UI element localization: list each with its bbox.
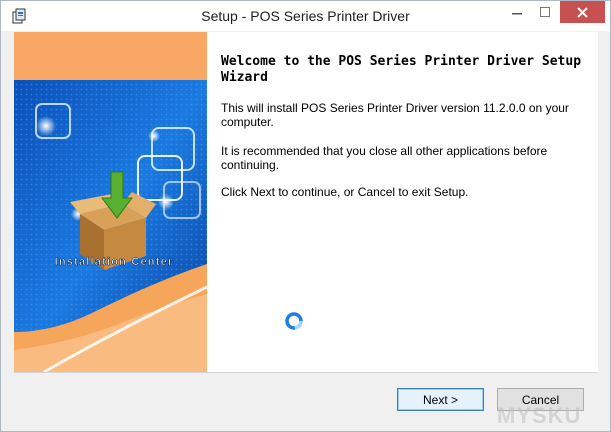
- busy-spinner-icon: [285, 312, 303, 330]
- wizard-side-image: Installation Center: [14, 32, 207, 372]
- next-button[interactable]: Next >: [397, 388, 484, 411]
- installation-center-label: Installation Center: [55, 256, 174, 268]
- installation-center-graphic: Installation Center: [14, 80, 207, 372]
- maximize-button[interactable]: [531, 1, 559, 23]
- install-description: This will install POS Series Printer Dri…: [221, 101, 569, 129]
- close-button[interactable]: [560, 1, 605, 23]
- button-divider: [14, 372, 598, 373]
- wizard-page: Installation Center Welcome to the POS S…: [14, 32, 598, 372]
- close-apps-recommendation: It is recommended that you close all oth…: [221, 144, 548, 172]
- minimize-button[interactable]: [503, 1, 531, 23]
- watermark: MYSKU: [497, 403, 582, 428]
- setup-window: Setup - POS Series Printer Driver Instal…: [0, 0, 611, 432]
- maximize-icon: [540, 7, 550, 17]
- close-icon: [577, 6, 588, 18]
- title-bar[interactable]: Setup - POS Series Printer Driver: [1, 1, 610, 31]
- wizard-heading: Welcome to the POS Series Printer Driver…: [221, 54, 582, 85]
- minimize-icon: [512, 13, 522, 15]
- next-cancel-instruction: Click Next to continue, or Cancel to exi…: [221, 185, 469, 199]
